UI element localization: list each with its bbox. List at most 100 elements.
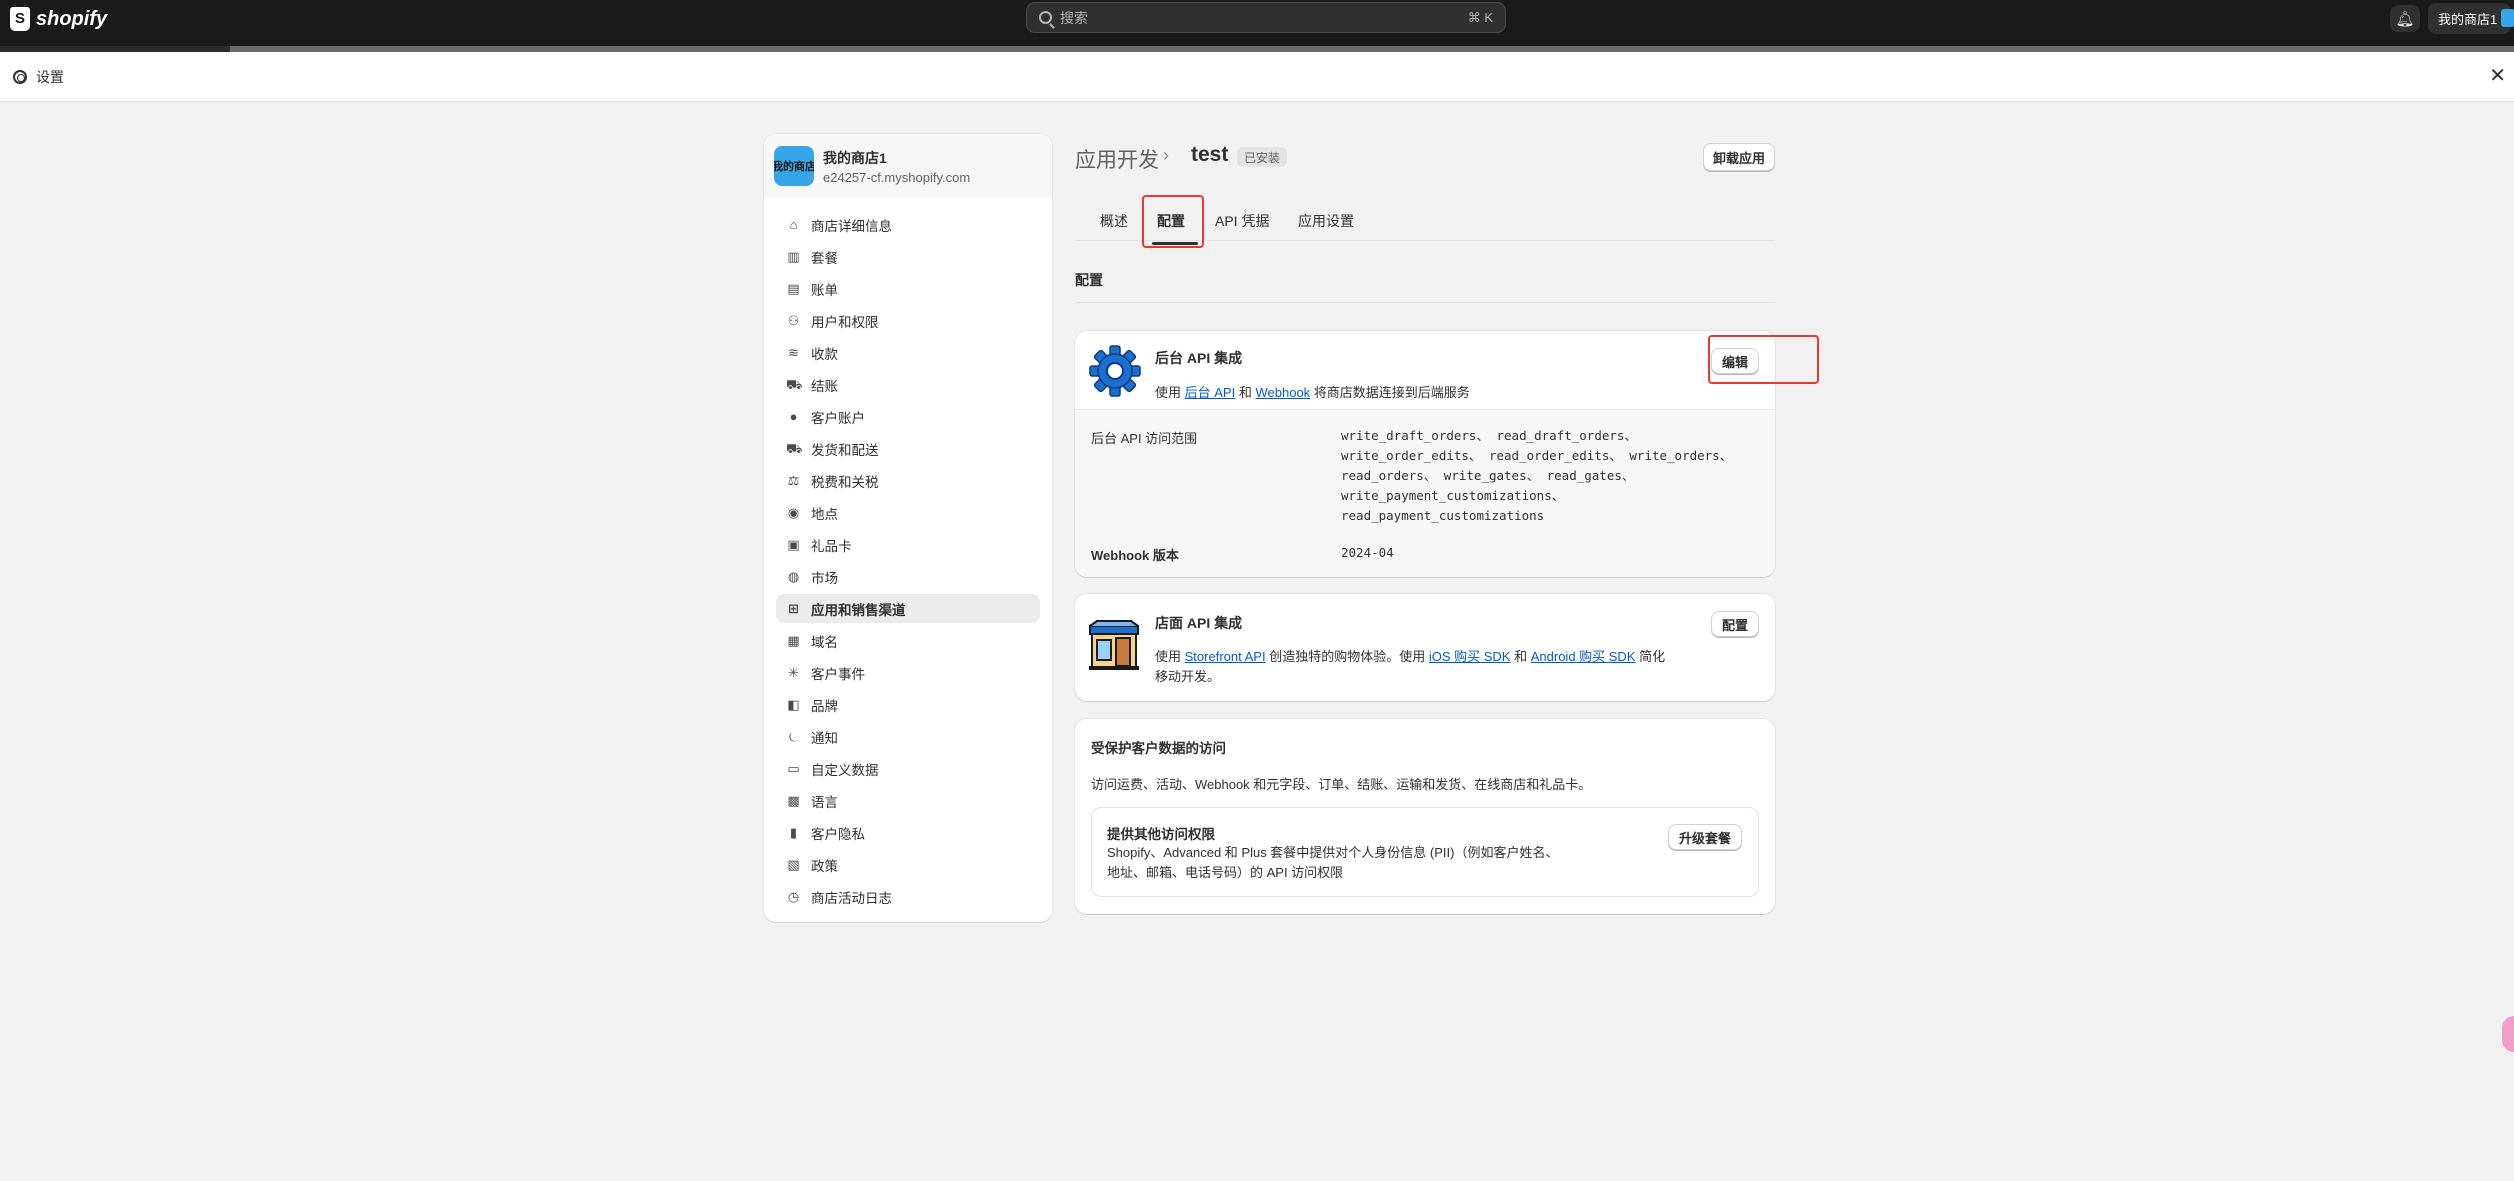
android-sdk-link[interactable]: Android 购买 SDK	[1531, 649, 1636, 664]
store-mini-avatar	[2501, 9, 2514, 27]
sidebar-item[interactable]: ▧ 政策	[776, 850, 1040, 879]
sidebar-item[interactable]: ● 客户账户	[776, 402, 1040, 431]
users-icon: ⚇	[787, 313, 800, 328]
desc-text: 使用	[1155, 649, 1182, 664]
desc-text: 使用	[1155, 385, 1182, 400]
sidebar-item-label: 结账	[811, 378, 838, 394]
additional-access-description: Shopify、Advanced 和 Plus 套餐中提供对个人身份信息 (PI…	[1107, 843, 1558, 883]
webhook-link[interactable]: Webhook	[1255, 385, 1310, 400]
apps-icon: ⊞	[788, 601, 799, 616]
sidebar-item[interactable]: ◉ 地点	[776, 498, 1040, 527]
scope-line: read_orders、 write_gates、 read_gates、	[1341, 468, 1635, 483]
gift-card-icon: ▣	[787, 537, 800, 552]
highlight-box-edit	[1708, 335, 1819, 384]
sidebar-item[interactable]: ≋ 收款	[776, 338, 1040, 367]
protected-data-card: 受保护客户数据的访问 访问运费、活动、Webhook 和元字段、订单、结账、运输…	[1075, 719, 1775, 914]
upgrade-plan-button[interactable]: 升级套餐	[1668, 824, 1743, 850]
configure-button[interactable]: 配置	[1711, 611, 1760, 637]
person-icon: ●	[789, 409, 798, 424]
truck-icon: ⛟	[786, 441, 803, 456]
notifications-button[interactable]: 🔔︎	[2390, 5, 2420, 32]
sidebar-item[interactable]: ⌂ 商店详细信息	[776, 210, 1040, 239]
sidebar-item[interactable]: ⊞ 应用和销售渠道	[776, 594, 1040, 623]
sidebar-item-label: 语言	[811, 794, 838, 810]
storefront-api-description: 使用 Storefront API 创造独特的购物体验。使用 iOS 购买 SD…	[1155, 647, 1665, 687]
sidebar-item-label: 政策	[811, 858, 838, 874]
sidebar-item[interactable]: ⚇ 用户和权限	[776, 306, 1040, 335]
desc-text: Shopify、Advanced 和 Plus 套餐中提供对个人身份信息 (PI…	[1107, 845, 1559, 860]
shopify-logo[interactable]: shopify	[10, 7, 107, 31]
floating-assistant-button[interactable]	[2502, 1016, 2514, 1052]
desc-text: 简化	[1639, 649, 1666, 664]
admin-api-description: 使用 后台 API 和 Webhook 将商店数据连接到后端服务	[1155, 382, 1470, 401]
tab-app-settings[interactable]: 应用设置	[1298, 211, 1354, 231]
brand-name: shopify	[36, 7, 108, 30]
location-icon: ◉	[787, 505, 800, 520]
storefront-api-link[interactable]: Storefront API	[1185, 649, 1266, 664]
tab-api-credentials[interactable]: API 凭据	[1215, 211, 1269, 231]
sidebar-item[interactable]: ▭ 自定义数据	[776, 754, 1040, 783]
sidebar-item-label: 自定义数据	[811, 762, 879, 778]
webhook-version-label: Webhook 版本	[1091, 548, 1179, 563]
admin-api-title: 后台 API 集成	[1155, 350, 1243, 366]
lock-icon: ▮	[789, 825, 798, 840]
storefront-api-card: 店面 API 集成 配置 使用 Storefront API 创造独特的购物体验…	[1075, 594, 1775, 701]
cart-icon: ⛟	[786, 377, 803, 392]
storefront-api-title: 店面 API 集成	[1155, 615, 1243, 631]
highlight-box-tab	[1142, 195, 1204, 248]
protected-data-description: 访问运费、活动、Webhook 和元字段、订单、结账、运输和发货、在线商店和礼品…	[1091, 777, 1592, 792]
plan-icon: ▥	[787, 249, 800, 264]
store-icon: ⌂	[789, 217, 798, 232]
sidebar-item[interactable]: ⛟ 发货和配送	[776, 434, 1040, 463]
gear-illustration-icon	[1089, 345, 1141, 397]
billing-icon: ▤	[787, 281, 800, 296]
sidebar-item-label: 通知	[811, 730, 838, 746]
store-header[interactable]: 我的商店 我的商店1 e24257-cf.myshopify.com	[764, 134, 1052, 198]
sidebar-item[interactable]: ◷ 商店活动日志	[776, 882, 1040, 911]
language-icon: ▩	[787, 793, 800, 808]
uninstall-app-button[interactable]: 卸载应用	[1703, 143, 1775, 171]
sidebar-item[interactable]: ▦ 域名	[776, 626, 1040, 655]
shopify-bag-icon	[10, 7, 30, 31]
sidebar-item[interactable]: ⛟ 结账	[776, 370, 1040, 399]
breadcrumb-root[interactable]: 应用开发	[1075, 144, 1159, 174]
desc-text: 和	[1238, 385, 1252, 400]
tab-overview[interactable]: 概述	[1100, 211, 1128, 231]
admin-api-link[interactable]: 后台 API	[1185, 385, 1236, 400]
gear-icon	[13, 69, 27, 84]
sidebar-item[interactable]: ✳ 客户事件	[776, 658, 1040, 687]
sidebar-item[interactable]: ▮ 客户隐私	[776, 818, 1040, 847]
log-icon: ◷	[787, 889, 800, 904]
store-switcher-button[interactable]: 我的商店1	[2428, 3, 2514, 34]
events-icon: ✳	[788, 665, 799, 680]
sidebar-item[interactable]: ▣ 礼品卡	[776, 530, 1040, 559]
sidebar-item[interactable]: ▩ 语言	[776, 786, 1040, 815]
search-icon	[1039, 11, 1052, 24]
sidebar-item-label: 商店详细信息	[811, 218, 892, 234]
sidebar-item[interactable]: ⚖ 税费和关税	[776, 466, 1040, 495]
close-icon[interactable]: ✕	[2489, 66, 2506, 86]
protected-data-title: 受保护客户数据的访问	[1091, 741, 1226, 756]
settings-header: 设置 ✕	[0, 52, 2514, 102]
sidebar-item-label: 市场	[811, 570, 838, 586]
sidebar-item[interactable]: ▥ 套餐	[776, 242, 1040, 271]
sidebar-item[interactable]: ▤ 账单	[776, 274, 1040, 303]
sidebar-item[interactable]: ◧ 品牌	[776, 690, 1040, 719]
additional-access-title: 提供其他访问权限	[1107, 827, 1215, 842]
sidebar-item-label: 地点	[811, 506, 838, 522]
policy-icon: ▧	[787, 857, 800, 872]
additional-access-box: 提供其他访问权限 Shopify、Advanced 和 Plus 套餐中提供对个…	[1091, 807, 1759, 897]
sidebar-item-label: 客户账户	[811, 410, 865, 426]
sidebar-item-label: 礼品卡	[811, 538, 852, 554]
webhook-version-value: 2024-04	[1341, 545, 1394, 560]
divider	[1075, 302, 1775, 303]
section-title: 配置	[1075, 272, 1103, 288]
sidebar-item-label: 客户事件	[811, 666, 865, 682]
search-input[interactable]: 搜索 ⌘ K	[1026, 2, 1506, 33]
brand-icon: ◧	[787, 697, 800, 712]
scopes-label: 后台 API 访问范围	[1091, 431, 1198, 446]
sidebar-item[interactable]: ◍ 市场	[776, 562, 1040, 591]
sidebar-item-label: 域名	[811, 634, 838, 650]
ios-sdk-link[interactable]: iOS 购买 SDK	[1429, 649, 1511, 664]
sidebar-item[interactable]: ⏾ 通知	[776, 722, 1040, 751]
